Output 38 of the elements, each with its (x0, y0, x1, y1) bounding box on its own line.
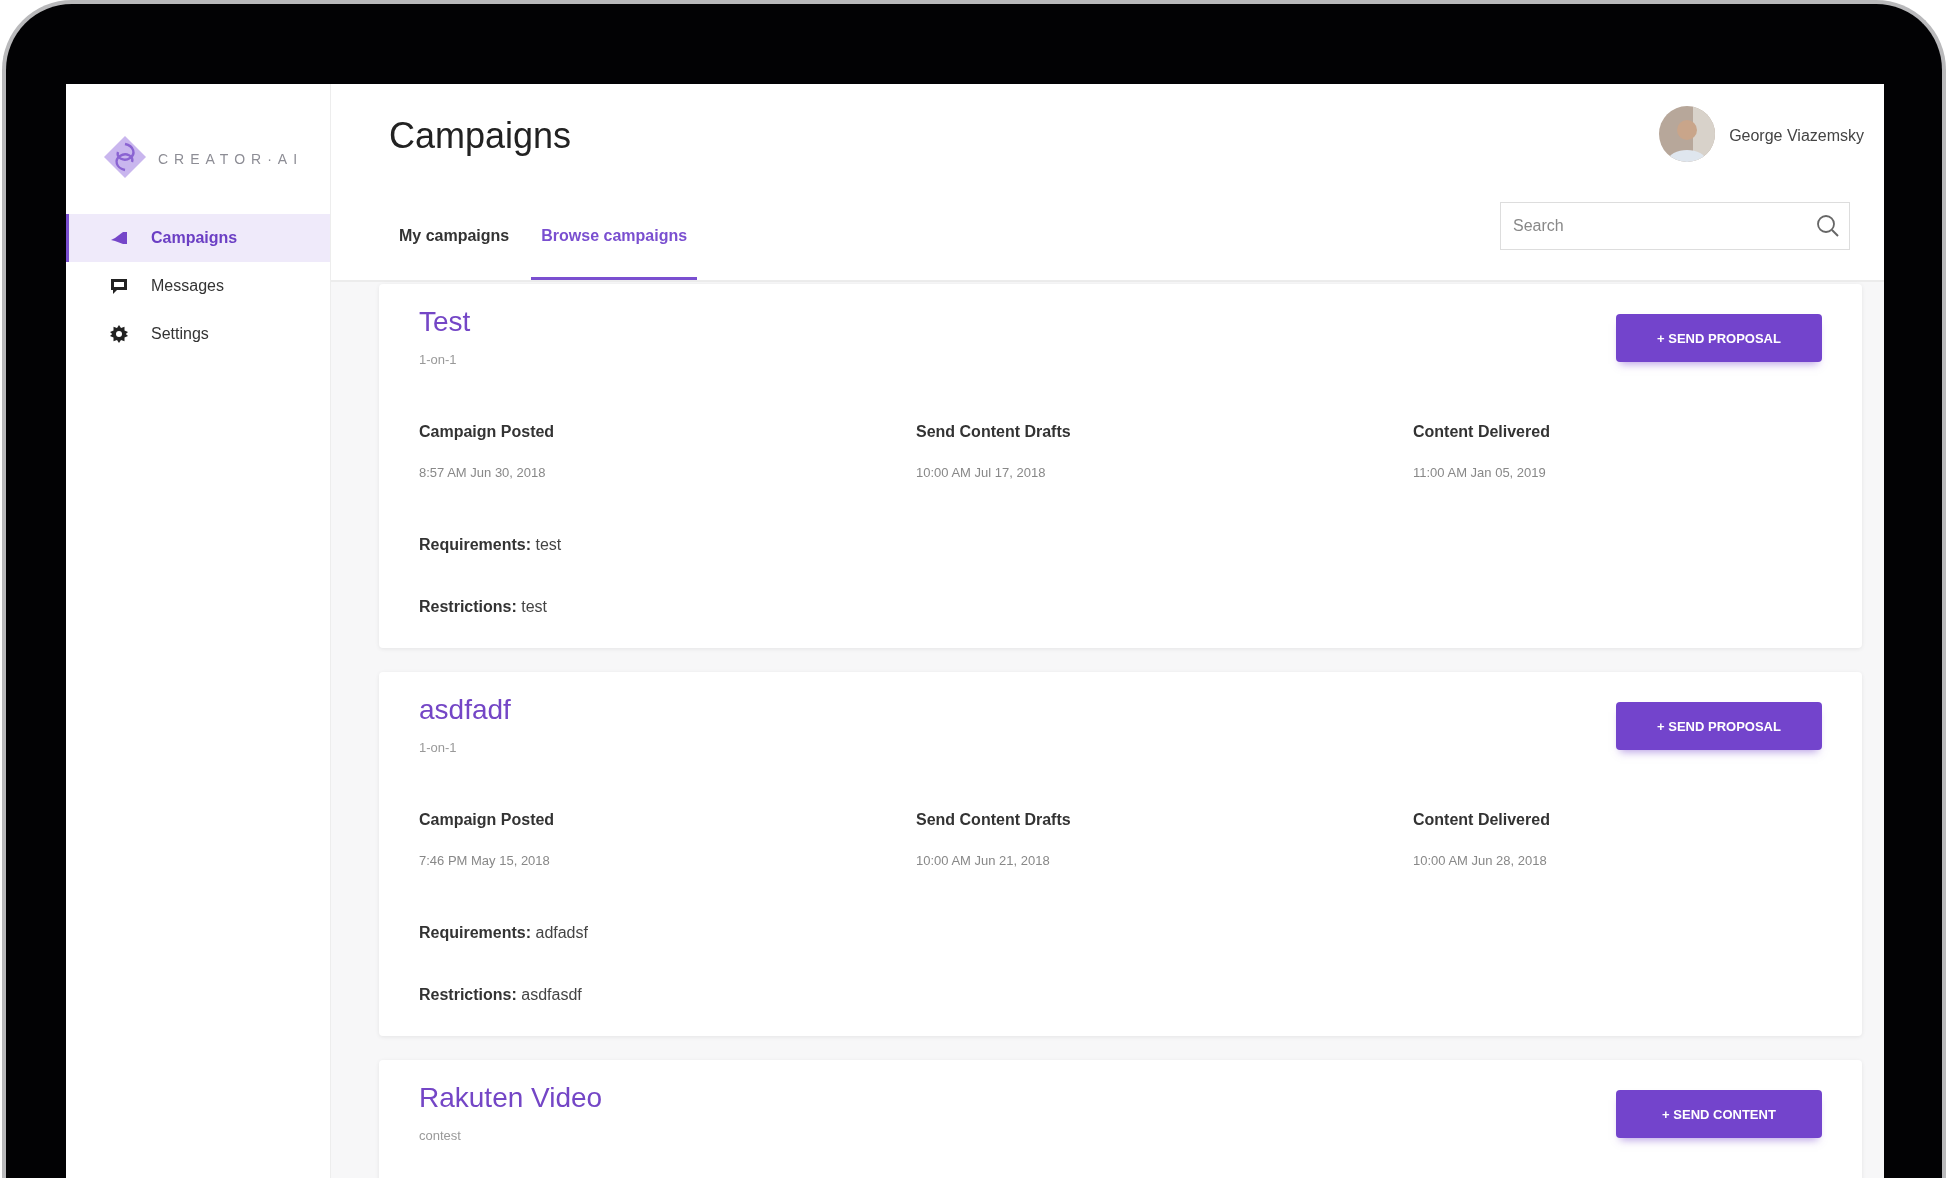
detail-text: Requirements: test (419, 536, 563, 554)
campaign-title[interactable]: Rakuten Video (419, 1082, 603, 1114)
settings-icon (109, 324, 129, 344)
action-button[interactable]: + SEND CONTENT (1616, 1090, 1822, 1138)
campaign-type: contest (419, 1128, 462, 1143)
milestone-date: 10:00 AM Jun 21, 2018 (916, 853, 1051, 868)
nav-item[interactable]: Messages (66, 262, 330, 310)
brand-name: CREATOR·AI (158, 151, 304, 167)
detail-text: Restrictions: test (419, 598, 549, 616)
milestone-label: Send Content Drafts (916, 423, 1072, 441)
action-button[interactable]: + SEND PROPOSAL (1616, 702, 1822, 750)
milestone-date: 10:00 AM Jun 28, 2018 (1413, 853, 1548, 868)
detail-text: Restrictions: asdfasdf (419, 986, 583, 1004)
nav-item[interactable]: Settings (66, 310, 330, 358)
tab[interactable]: My campaigns (389, 205, 520, 280)
detail-text: Requirements: adfadsf (419, 924, 589, 942)
milestone-label: Campaign Posted (419, 811, 556, 829)
chat-bubble-icon (109, 276, 129, 296)
tab[interactable]: Browse campaigns (531, 205, 698, 280)
campaign-title[interactable]: asdfadf (419, 694, 511, 726)
milestone-date: 10:00 AM Jul 17, 2018 (916, 465, 1047, 480)
logo-icon (102, 134, 148, 180)
milestone-date: 11:00 AM Jan 05, 2019 (1413, 465, 1547, 480)
campaign-type: 1-on-1 (419, 740, 458, 755)
milestone-date: 8:57 AM Jun 30, 2018 (419, 465, 547, 480)
milestone-date: 7:46 PM May 15, 2018 (419, 853, 551, 868)
search-field[interactable]: Search (1500, 202, 1850, 250)
milestone-label: Content Delivered (1413, 811, 1551, 829)
search-icon (1816, 214, 1840, 238)
campaign-type: 1-on-1 (419, 352, 458, 367)
action-button[interactable]: + SEND PROPOSAL (1616, 314, 1822, 362)
milestone-label: Send Content Drafts (916, 811, 1072, 829)
user-name[interactable]: George Viazemsky (1729, 127, 1864, 145)
milestone-label: Campaign Posted (419, 423, 556, 441)
campaign-title[interactable]: Test (419, 306, 471, 338)
page-title: Campaigns (389, 115, 572, 157)
nav-item[interactable]: Campaigns (66, 214, 330, 262)
milestone-label: Content Delivered (1413, 423, 1551, 441)
